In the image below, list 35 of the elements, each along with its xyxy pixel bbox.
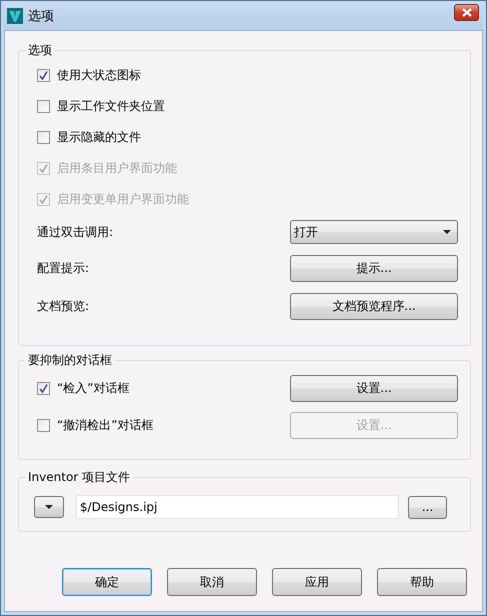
checkbox[interactable]: [37, 131, 50, 144]
dialog-button[interactable]: 帮助: [377, 568, 467, 596]
settings-button[interactable]: 设置...: [290, 375, 458, 402]
close-icon: [462, 8, 472, 17]
setting-button[interactable]: 提示...: [290, 254, 458, 282]
checkbox[interactable]: [37, 100, 50, 113]
checkbox[interactable]: [37, 69, 50, 82]
window-title: 选项: [28, 8, 55, 24]
setting-label: 文档预览:: [37, 298, 90, 314]
checkbox-label: 启用变更单用户界面功能: [57, 191, 189, 208]
group-title: 要抑制的对话框: [25, 352, 115, 368]
checkbox[interactable]: [37, 382, 50, 395]
app-logo-icon: [7, 8, 23, 24]
setting-button[interactable]: 文档预览程序...: [290, 292, 458, 320]
group-title: 选项: [25, 42, 55, 58]
checkbox-label: 启用条目用户界面功能: [57, 160, 177, 177]
close-button[interactable]: [454, 4, 479, 21]
dialog-button[interactable]: 应用: [272, 568, 362, 596]
dropdown[interactable]: 打开: [290, 220, 458, 244]
checkbox-label: “检入”对话框: [57, 380, 130, 397]
dropdown-value: 打开: [294, 224, 318, 240]
caret-icon: [44, 505, 53, 509]
caret-icon: [443, 230, 451, 234]
dialog-button[interactable]: 取消: [167, 568, 257, 596]
checkbox-label: “撤消检出”对话框: [57, 417, 154, 434]
checkbox-label: 显示隐藏的文件: [57, 129, 141, 146]
path-field[interactable]: $/Designs.ipj: [76, 495, 400, 519]
dialog-button[interactable]: 确定: [62, 568, 152, 596]
browse-button[interactable]: ...: [408, 496, 447, 518]
checkbox-label: 使用大状态图标: [57, 67, 141, 84]
dropdown-button[interactable]: [34, 496, 64, 518]
checkbox-label: 显示工作文件夹位置: [57, 98, 165, 115]
group-title: Inventor 项目文件: [25, 469, 134, 485]
setting-label: 通过双击调用:: [37, 224, 114, 240]
setting-label: 配置提示:: [37, 260, 90, 276]
